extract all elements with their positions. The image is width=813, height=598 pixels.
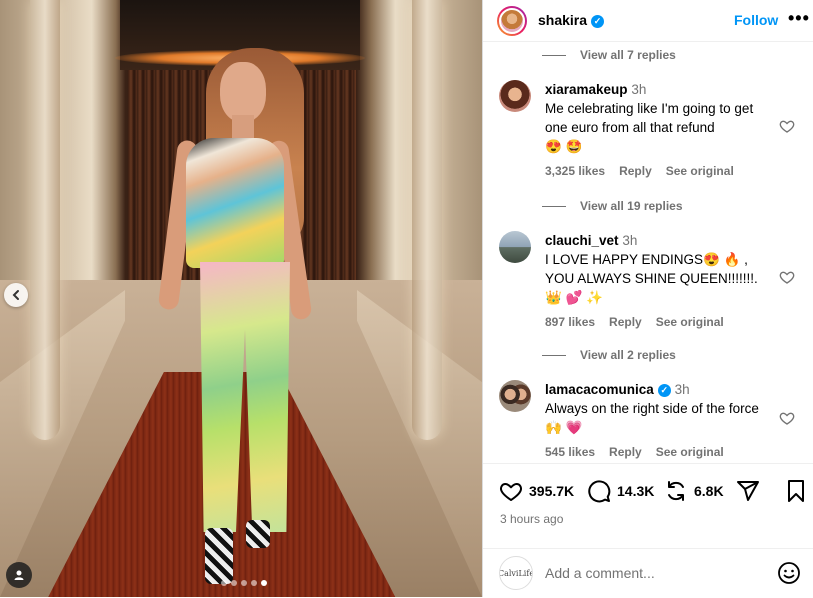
view-replies-button[interactable]: View all 19 replies bbox=[542, 199, 683, 213]
carousel-dot-active bbox=[261, 580, 267, 586]
comment-emoji: 😍 🤩 bbox=[545, 139, 583, 154]
comment-text-line2: YOU ALWAYS SHINE QUEEN!!!!!!!. bbox=[545, 271, 758, 286]
see-original-button[interactable]: See original bbox=[656, 445, 724, 459]
comment-text: Always on the right side of the force 🙌 … bbox=[545, 401, 759, 435]
comment-bubble-icon bbox=[588, 480, 611, 503]
carousel-dot bbox=[221, 580, 227, 586]
comments-list[interactable]: View all 7 replies xiaramakeup 3h Me cel… bbox=[483, 42, 813, 463]
like-count[interactable]: 395.7K bbox=[529, 483, 574, 499]
commenter-avatar[interactable] bbox=[499, 231, 531, 263]
commenter-username[interactable]: xiaramakeup bbox=[545, 82, 628, 97]
carousel-dot bbox=[231, 580, 237, 586]
comment-time[interactable]: 3h bbox=[631, 82, 646, 97]
reply-button[interactable]: Reply bbox=[609, 315, 642, 329]
comment-body: clauchi_vet 3h I LOVE HAPPY ENDINGS😍 🔥 ,… bbox=[545, 231, 765, 307]
author-avatar[interactable] bbox=[497, 6, 527, 36]
post-actions: 395.7K 14.3K 6.8K 3 hours ago bbox=[483, 463, 813, 549]
post-timestamp[interactable]: 3 hours ago bbox=[500, 512, 563, 526]
save-button[interactable] bbox=[785, 479, 813, 503]
comment-text: Me celebrating like I'm going to get one… bbox=[545, 101, 754, 135]
figure-shoe-left bbox=[205, 528, 233, 584]
add-comment-input[interactable]: Add a comment... bbox=[545, 565, 655, 581]
current-user-avatar[interactable]: CalviLife bbox=[499, 556, 533, 590]
view-replies-label: View all 2 replies bbox=[580, 348, 676, 362]
see-original-button[interactable]: See original bbox=[666, 164, 734, 178]
emoji-smile-icon[interactable] bbox=[777, 561, 801, 585]
comment-time[interactable]: 3h bbox=[675, 382, 690, 397]
verified-badge-icon: ✓ bbox=[657, 383, 671, 397]
replies-divider bbox=[542, 354, 566, 356]
avatar-logo-text: CalviLife bbox=[499, 568, 533, 578]
reply-button[interactable]: Reply bbox=[619, 164, 652, 178]
comment-likes[interactable]: 3,325 likes bbox=[545, 164, 605, 178]
commenter-username[interactable]: lamacacomunica bbox=[545, 382, 654, 397]
post-side-panel: shakira ✓ Follow ••• View all 7 replies x… bbox=[482, 0, 813, 597]
repost-icon bbox=[668, 481, 684, 501]
comment-likes[interactable]: 897 likes bbox=[545, 315, 595, 329]
post-image[interactable] bbox=[0, 0, 482, 597]
comment-item: lamacacomunica ✓ 3h Always on the right s… bbox=[499, 380, 799, 463]
comment-meta: 897 likes Reply See original bbox=[545, 315, 724, 329]
figure-shoe-right bbox=[246, 520, 270, 548]
carousel-dot bbox=[241, 580, 247, 586]
comment-item: xiaramakeup 3h Me celebrating like I'm g… bbox=[499, 80, 799, 210]
comment-like-heart-icon[interactable] bbox=[779, 118, 795, 134]
comment-text-line1: I LOVE HAPPY ENDINGS😍 🔥 , bbox=[545, 252, 748, 267]
comment-like-heart-icon[interactable] bbox=[779, 269, 795, 285]
comment-time[interactable]: 3h bbox=[622, 233, 637, 248]
comment-body: lamacacomunica ✓ 3h Always on the right s… bbox=[545, 380, 765, 437]
comment-item: clauchi_vet 3h I LOVE HAPPY ENDINGS😍 🔥 ,… bbox=[499, 231, 799, 351]
commenter-avatar[interactable] bbox=[499, 80, 531, 112]
tagged-users-button[interactable] bbox=[6, 562, 32, 588]
reply-button[interactable]: Reply bbox=[609, 445, 642, 459]
verified-badge-icon: ✓ bbox=[591, 14, 605, 28]
like-button[interactable]: 395.7K bbox=[499, 479, 574, 503]
user-icon bbox=[14, 570, 24, 580]
figure-top bbox=[186, 138, 284, 268]
comment-meta: 3,325 likes Reply See original bbox=[545, 164, 734, 178]
light-pillar-left bbox=[30, 0, 60, 440]
commenter-avatar[interactable] bbox=[499, 380, 531, 412]
follow-button[interactable]: Follow bbox=[734, 12, 778, 28]
comment-likes[interactable]: 545 likes bbox=[545, 445, 595, 459]
see-original-button[interactable]: See original bbox=[656, 315, 724, 329]
more-horizontal-icon[interactable]: ••• bbox=[788, 8, 810, 29]
post-header: shakira ✓ Follow ••• bbox=[483, 0, 813, 42]
comment-like-heart-icon[interactable] bbox=[779, 410, 795, 426]
replies-divider bbox=[542, 205, 566, 207]
view-replies-button[interactable]: View all 2 replies bbox=[542, 348, 676, 362]
paper-plane-icon bbox=[737, 481, 759, 501]
repost-count[interactable]: 6.8K bbox=[694, 483, 724, 499]
comment-meta: 545 likes Reply See original bbox=[545, 445, 724, 459]
comment-count[interactable]: 14.3K bbox=[617, 483, 654, 499]
bookmark-icon bbox=[788, 480, 804, 502]
commenter-username[interactable]: clauchi_vet bbox=[545, 233, 619, 248]
carousel-dot bbox=[251, 580, 257, 586]
heart-icon bbox=[500, 483, 522, 501]
author-username[interactable]: shakira bbox=[538, 12, 587, 28]
chevron-left-icon bbox=[12, 290, 19, 300]
comment-body: xiaramakeup 3h Me celebrating like I'm g… bbox=[545, 80, 765, 156]
add-comment-bar: CalviLife Add a comment... bbox=[483, 548, 813, 598]
comment-button[interactable]: 14.3K bbox=[587, 479, 654, 503]
carousel-prev-button[interactable] bbox=[4, 283, 28, 307]
view-replies-button[interactable]: View all 7 replies bbox=[542, 48, 676, 62]
carousel-indicator bbox=[221, 580, 267, 586]
replies-divider bbox=[542, 54, 566, 56]
repost-button[interactable]: 6.8K bbox=[664, 479, 724, 503]
light-pillar-right bbox=[412, 0, 442, 440]
figure-face bbox=[220, 62, 266, 122]
comment-emoji: 👑 💕 ✨ bbox=[545, 290, 603, 305]
view-replies-label: View all 7 replies bbox=[580, 48, 676, 62]
share-button[interactable] bbox=[736, 479, 766, 503]
author-username-wrap: shakira ✓ bbox=[538, 12, 605, 28]
view-replies-label: View all 19 replies bbox=[580, 199, 683, 213]
